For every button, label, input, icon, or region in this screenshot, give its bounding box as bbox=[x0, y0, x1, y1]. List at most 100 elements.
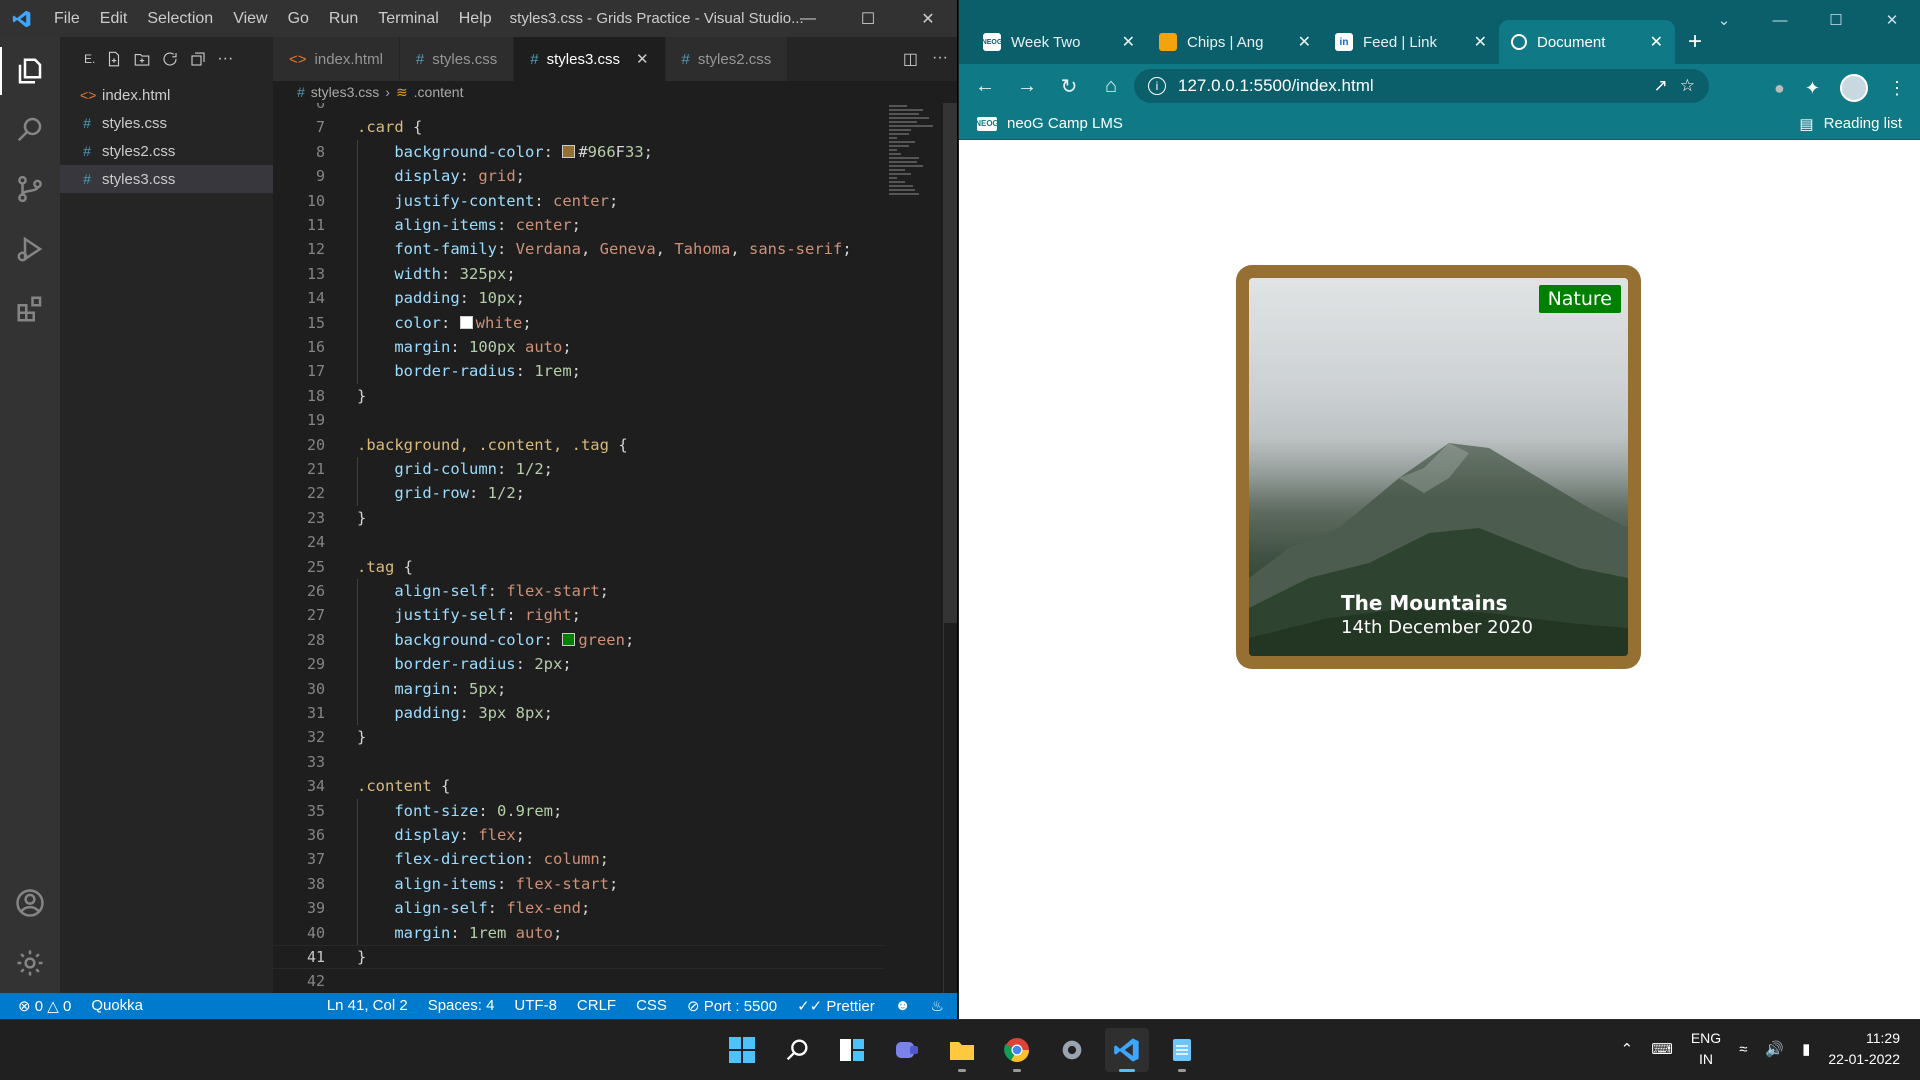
extension-icon[interactable]: ● bbox=[1774, 78, 1785, 99]
code-line[interactable]: 22 grid-row: 1/2; bbox=[273, 481, 885, 505]
reading-list-button[interactable]: ▤ Reading list bbox=[1799, 115, 1902, 133]
eol-status[interactable]: CRLF bbox=[577, 997, 616, 1015]
code-line[interactable]: 31 padding: 3px 8px; bbox=[273, 701, 885, 725]
menu-file[interactable]: File bbox=[44, 10, 90, 28]
tab-close-icon[interactable]: ✕ bbox=[636, 50, 649, 68]
maximize-icon[interactable]: ☐ bbox=[838, 0, 898, 37]
encoding-status[interactable]: UTF-8 bbox=[514, 997, 557, 1015]
search-icon[interactable] bbox=[10, 109, 50, 149]
chrome-tab-document[interactable]: Document ✕ bbox=[1499, 20, 1675, 64]
chrome-taskbar-button[interactable] bbox=[995, 1028, 1039, 1072]
accounts-icon[interactable] bbox=[10, 883, 50, 923]
file-item-styles-css[interactable]: # styles.css bbox=[60, 109, 273, 137]
home-icon[interactable]: ⌂ bbox=[1099, 75, 1123, 98]
wifi-icon[interactable]: ≈ bbox=[1739, 1041, 1747, 1058]
code-line[interactable]: 28 background-color: green; bbox=[273, 628, 885, 652]
chrome-tab-week-two[interactable]: NEOG Week Two ✕ bbox=[971, 20, 1147, 64]
chrome-tab-linkedin[interactable]: in Feed | Link ✕ bbox=[1323, 20, 1499, 64]
code-line[interactable]: 41} bbox=[273, 945, 885, 969]
extensions-puzzle-icon[interactable]: ✦ bbox=[1805, 78, 1820, 99]
code-line[interactable]: 32} bbox=[273, 725, 885, 749]
code-line[interactable]: 21 grid-column: 1/2; bbox=[273, 457, 885, 481]
code-line[interactable]: 7 .card { bbox=[273, 115, 885, 139]
language-indicator[interactable]: ENG IN bbox=[1691, 1028, 1721, 1070]
code-line[interactable]: 14 padding: 10px; bbox=[273, 286, 885, 310]
notepad-taskbar-button[interactable] bbox=[1160, 1028, 1204, 1072]
close-icon[interactable]: ✕ bbox=[898, 0, 957, 37]
battery-icon[interactable]: ▮ bbox=[1802, 1040, 1810, 1058]
code-line[interactable]: 20 .background, .content, .tag { bbox=[273, 433, 885, 457]
menu-go[interactable]: Go bbox=[278, 10, 319, 28]
indentation-status[interactable]: Spaces: 4 bbox=[428, 997, 495, 1015]
code-line[interactable]: 16 margin: 100px auto; bbox=[273, 335, 885, 359]
vscode-taskbar-button[interactable] bbox=[1105, 1028, 1149, 1072]
more-actions-icon[interactable]: ··· bbox=[217, 50, 233, 68]
problems-status[interactable]: ⊗ 0 △ 0 bbox=[18, 997, 71, 1015]
code-line[interactable]: 27 justify-self: right; bbox=[273, 603, 885, 627]
code-line[interactable]: 25 .tag { bbox=[273, 555, 885, 579]
live-server-port[interactable]: ⊘ Port : 5500 bbox=[687, 997, 777, 1015]
code-line[interactable]: 34 .content { bbox=[273, 774, 885, 798]
chrome-tab-chips[interactable]: Chips | Ang ✕ bbox=[1147, 20, 1323, 64]
tab-styles3-css[interactable]: # styles3.css ✕ bbox=[514, 37, 666, 81]
code-line[interactable]: 18} bbox=[273, 384, 885, 408]
menu-help[interactable]: Help bbox=[449, 10, 502, 28]
file-item-styles2-css[interactable]: # styles2.css bbox=[60, 137, 273, 165]
menu-selection[interactable]: Selection bbox=[137, 10, 223, 28]
tab-styles2-css[interactable]: # styles2.css bbox=[665, 37, 789, 81]
code-editor[interactable]: 6 7 .card {8 background-color: #966F33; 9 d… bbox=[273, 103, 885, 993]
bookmark-neog-camp[interactable]: neoG Camp LMS bbox=[1007, 115, 1123, 132]
editor-scrollbar[interactable] bbox=[943, 103, 957, 993]
menu-edit[interactable]: Edit bbox=[90, 10, 138, 28]
code-line[interactable]: 33 bbox=[273, 750, 885, 774]
breadcrumb-file[interactable]: styles3.css bbox=[311, 84, 379, 100]
file-item-index-html[interactable]: <> index.html bbox=[60, 81, 273, 109]
share-icon[interactable]: ↗ bbox=[1654, 76, 1668, 96]
run-debug-icon[interactable] bbox=[10, 229, 50, 269]
forward-arrow-icon[interactable]: → bbox=[1015, 75, 1039, 98]
notifications-bell-icon[interactable]: ♨ bbox=[931, 997, 944, 1015]
tab-index-html[interactable]: <> index.html bbox=[273, 37, 400, 81]
profile-avatar[interactable] bbox=[1840, 74, 1868, 102]
settings-taskbar-button[interactable] bbox=[1050, 1028, 1094, 1072]
new-folder-icon[interactable] bbox=[133, 50, 151, 68]
code-line[interactable]: 29 border-radius: 2px; bbox=[273, 652, 885, 676]
breadcrumb-symbol[interactable]: .content bbox=[414, 84, 464, 100]
start-button[interactable] bbox=[720, 1028, 764, 1072]
quokka-status[interactable]: Quokka bbox=[91, 997, 143, 1015]
back-arrow-icon[interactable]: ← bbox=[973, 75, 997, 98]
teams-chat-button[interactable] bbox=[885, 1028, 929, 1072]
site-info-icon[interactable]: i bbox=[1148, 77, 1166, 95]
prettier-status[interactable]: ✓✓ Prettier bbox=[797, 997, 875, 1015]
new-file-icon[interactable] bbox=[105, 50, 123, 68]
tab-close-icon[interactable]: ✕ bbox=[1298, 32, 1311, 52]
volume-icon[interactable]: 🔊 bbox=[1765, 1040, 1784, 1058]
language-mode[interactable]: CSS bbox=[636, 997, 667, 1015]
code-line[interactable]: 35 font-size: 0.9rem; bbox=[273, 799, 885, 823]
chrome-menu-icon[interactable]: ⋮ bbox=[1888, 78, 1906, 99]
collapse-all-icon[interactable] bbox=[189, 50, 207, 68]
code-line[interactable]: 17 border-radius: 1rem; bbox=[273, 359, 885, 383]
code-line[interactable]: 11 align-items: center; bbox=[273, 213, 885, 237]
tab-styles-css[interactable]: # styles.css bbox=[399, 37, 515, 81]
code-line[interactable]: 38 align-items: flex-start; bbox=[273, 872, 885, 896]
widgets-button[interactable] bbox=[830, 1028, 874, 1072]
show-hidden-icons-chevron-icon[interactable]: ⌃ bbox=[1621, 1040, 1634, 1058]
cursor-position[interactable]: Ln 41, Col 2 bbox=[327, 997, 408, 1015]
close-icon[interactable]: ✕ bbox=[1864, 0, 1920, 40]
keyboard-icon[interactable]: ⌨ bbox=[1651, 1040, 1673, 1058]
code-line[interactable]: 23} bbox=[273, 506, 885, 530]
code-line[interactable]: 10 justify-content: center; bbox=[273, 189, 885, 213]
tab-search-chevron-icon[interactable]: ⌄ bbox=[1696, 0, 1752, 40]
address-bar[interactable]: i 127.0.0.1:5500/index.html ↗ ☆ bbox=[1134, 69, 1709, 103]
code-line[interactable]: 39 align-self: flex-end; bbox=[273, 896, 885, 920]
split-editor-icon[interactable]: ◫ bbox=[903, 49, 918, 69]
source-control-icon[interactable] bbox=[10, 169, 50, 209]
maximize-icon[interactable]: ☐ bbox=[1808, 0, 1864, 40]
code-line[interactable]: 37 flex-direction: column; bbox=[273, 847, 885, 871]
code-line[interactable]: 40 margin: 1rem auto; bbox=[273, 921, 885, 945]
tab-close-icon[interactable]: ✕ bbox=[1474, 32, 1487, 52]
code-line[interactable]: 9 display: grid; bbox=[273, 164, 885, 188]
code-line[interactable]: 36 display: flex; bbox=[273, 823, 885, 847]
reload-icon[interactable]: ↻ bbox=[1057, 74, 1081, 99]
